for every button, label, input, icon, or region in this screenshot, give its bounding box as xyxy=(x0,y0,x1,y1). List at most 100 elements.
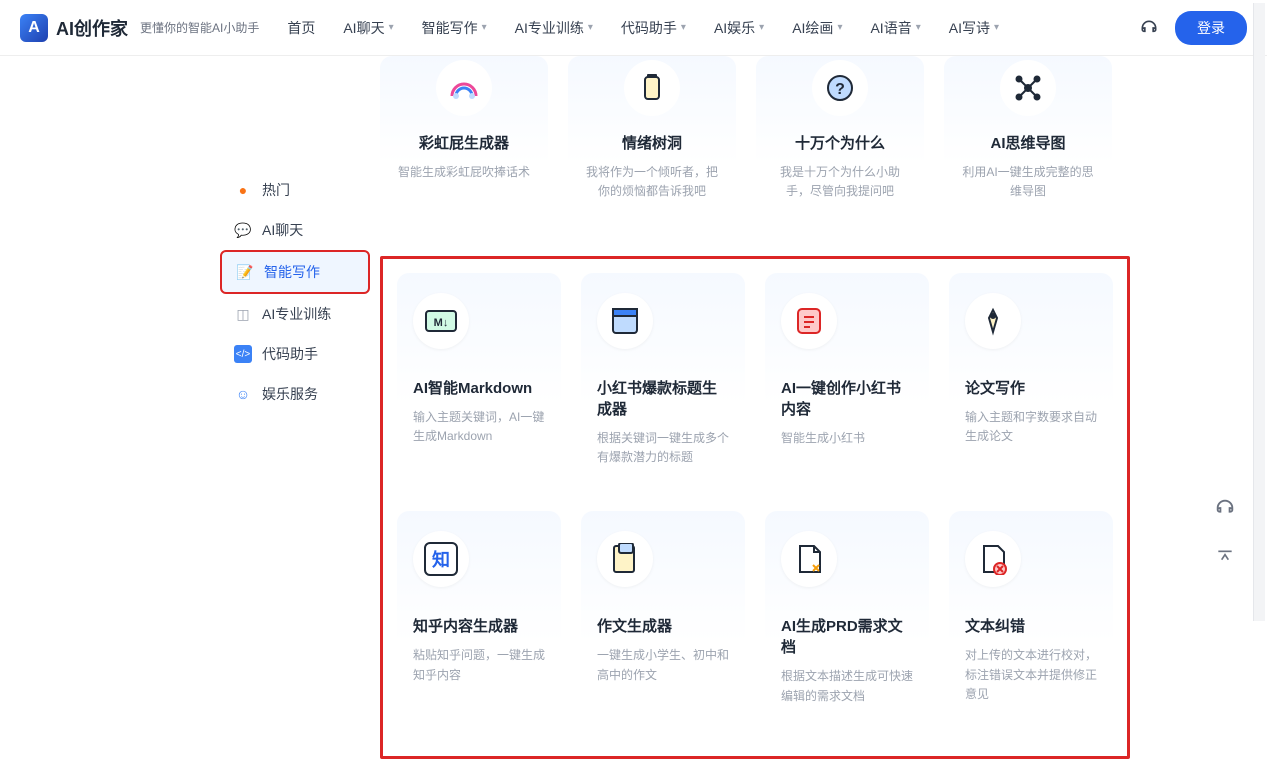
header: A AI创作家 更懂你的智能AI小助手 首页 AI聊天▾ 智能写作▾ AI专业训… xyxy=(0,0,1267,56)
chevron-down-icon: ▾ xyxy=(482,22,487,33)
card-desc: 粘贴知乎问题，一键生成知乎内容 xyxy=(413,646,545,684)
card-title: AI一键创作小红书内容 xyxy=(781,377,913,419)
logo-text: AI创作家 xyxy=(56,15,128,41)
nav-home[interactable]: 首页 xyxy=(287,18,315,38)
svg-text:M↓: M↓ xyxy=(434,317,449,329)
chevron-down-icon: ▾ xyxy=(681,22,686,33)
card-title: AI思维导图 xyxy=(960,132,1096,153)
sidebar: ● 热门 💬 AI聊天 📝 智能写作 ◫ AI专业训练 </> 代码助手 ☺ 娱… xyxy=(220,170,370,414)
chevron-down-icon: ▾ xyxy=(759,22,764,33)
sidebar-item-training[interactable]: ◫ AI专业训练 xyxy=(220,294,370,334)
sidebar-item-label: 热门 xyxy=(262,180,290,200)
support-button[interactable] xyxy=(1207,490,1243,526)
sidebar-item-label: 娱乐服务 xyxy=(262,384,318,404)
card-title: 小红书爆款标题生成器 xyxy=(597,377,729,419)
chevron-down-icon: ▾ xyxy=(389,22,394,33)
card-desc: 我将作为一个倾听者，把你的烦恼都告诉我吧 xyxy=(584,163,720,201)
card-title: 彩虹屁生成器 xyxy=(396,132,532,153)
main-content: 彩虹屁生成器 智能生成彩虹屁吹捧话术 情绪树洞 我将作为一个倾听者，把你的烦恼都… xyxy=(0,56,1267,779)
mindmap-icon xyxy=(1000,60,1056,116)
nav-entertainment[interactable]: AI娱乐▾ xyxy=(714,18,764,38)
card-desc: 根据文本描述生成可快速编辑的需求文档 xyxy=(781,667,913,705)
chat-icon: 💬 xyxy=(234,221,252,239)
question-icon: ? xyxy=(812,60,868,116)
card-emotion[interactable]: 情绪树洞 我将作为一个倾听者，把你的烦恼都告诉我吧 xyxy=(568,56,736,236)
card-desc: 一键生成小学生、初中和高中的作文 xyxy=(597,646,729,684)
nav-voice[interactable]: AI语音▾ xyxy=(870,18,920,38)
chevron-down-icon: ▾ xyxy=(916,22,921,33)
card-prd[interactable]: AI生成PRD需求文档 根据文本描述生成可快速编辑的需求文档 xyxy=(765,511,929,729)
check-icon xyxy=(965,531,1021,587)
markdown-icon: M↓ xyxy=(413,293,469,349)
smile-icon: ☺ xyxy=(234,385,252,403)
note-icon xyxy=(781,293,837,349)
login-button[interactable]: 登录 xyxy=(1175,11,1247,45)
nav-poetry[interactable]: AI写诗▾ xyxy=(949,18,999,38)
svg-text:?: ? xyxy=(835,81,845,98)
sidebar-item-label: AI专业训练 xyxy=(262,304,331,324)
sidebar-item-chat[interactable]: 💬 AI聊天 xyxy=(220,210,370,250)
card-why[interactable]: ? 十万个为什么 我是十万个为什么小助手，尽管向我提问吧 xyxy=(756,56,924,236)
card-xiaohongshu-content[interactable]: AI一键创作小红书内容 智能生成小红书 xyxy=(765,273,929,491)
card-zhihu[interactable]: 知 知乎内容生成器 粘贴知乎问题，一键生成知乎内容 xyxy=(397,511,561,729)
card-rainbow[interactable]: 彩虹屁生成器 智能生成彩虹屁吹捧话术 xyxy=(380,56,548,236)
card-correction[interactable]: 文本纠错 对上传的文本进行校对，标注错误文本并提供修正意见 xyxy=(949,511,1113,729)
card-title: 情绪树洞 xyxy=(584,132,720,153)
nav-painting[interactable]: AI绘画▾ xyxy=(792,18,842,38)
fire-icon: ● xyxy=(234,181,252,199)
jar-icon xyxy=(624,60,680,116)
nav-code[interactable]: 代码助手▾ xyxy=(621,18,686,38)
card-mindmap[interactable]: AI思维导图 利用AI一键生成完整的思维导图 xyxy=(944,56,1112,236)
sidebar-item-writing[interactable]: 📝 智能写作 xyxy=(220,250,370,294)
card-title: AI智能Markdown xyxy=(413,377,532,398)
card-title: 十万个为什么 xyxy=(772,132,908,153)
card-desc: 输入主题关键词，AI一键生成Markdown xyxy=(413,408,545,446)
nav-writing[interactable]: 智能写作▾ xyxy=(422,18,487,38)
sidebar-item-hot[interactable]: ● 热门 xyxy=(220,170,370,210)
card-xiaohongshu-title[interactable]: 小红书爆款标题生成器 根据关键词一键生成多个有爆款潜力的标题 xyxy=(581,273,745,491)
card-essay[interactable]: 作文生成器 一键生成小学生、初中和高中的作文 xyxy=(581,511,745,729)
logo-icon: A xyxy=(20,14,48,42)
chevron-down-icon: ▾ xyxy=(837,22,842,33)
sidebar-item-code[interactable]: </> 代码助手 xyxy=(220,334,370,374)
sidebar-item-entertainment[interactable]: ☺ 娱乐服务 xyxy=(220,374,370,414)
header-right: 登录 xyxy=(1139,11,1247,45)
logo-area[interactable]: A AI创作家 xyxy=(20,14,128,42)
nav-training[interactable]: AI专业训练▾ xyxy=(515,18,593,38)
main-nav: 首页 AI聊天▾ 智能写作▾ AI专业训练▾ 代码助手▾ AI娱乐▾ AI绘画▾… xyxy=(287,18,1139,38)
card-desc: 智能生成彩虹屁吹捧话术 xyxy=(398,163,530,182)
cube-icon: ◫ xyxy=(234,305,252,323)
card-title: 论文写作 xyxy=(965,377,1025,398)
card-desc: 根据关键词一键生成多个有爆款潜力的标题 xyxy=(597,429,729,467)
card-title: AI生成PRD需求文档 xyxy=(781,615,913,657)
card-row: M↓ AI智能Markdown 输入主题关键词，AI一键生成Markdown 小… xyxy=(397,273,1113,491)
sidebar-item-label: AI聊天 xyxy=(262,220,303,240)
prd-icon xyxy=(781,531,837,587)
code-icon: </> xyxy=(234,345,252,363)
card-desc: 我是十万个为什么小助手，尽管向我提问吧 xyxy=(772,163,908,201)
card-row: 知 知乎内容生成器 粘贴知乎问题，一键生成知乎内容 作文生成器 一键生成小学生、… xyxy=(397,511,1113,729)
headset-icon[interactable] xyxy=(1139,18,1159,38)
chevron-down-icon: ▾ xyxy=(588,22,593,33)
float-actions xyxy=(1207,490,1243,576)
card-desc: 输入主题和字数要求自动生成论文 xyxy=(965,408,1097,446)
nav-chat[interactable]: AI聊天▾ xyxy=(343,18,393,38)
back-to-top-button[interactable] xyxy=(1207,540,1243,576)
chevron-down-icon: ▾ xyxy=(994,22,999,33)
card-title: 文本纠错 xyxy=(965,615,1025,636)
card-thesis[interactable]: 论文写作 输入主题和字数要求自动生成论文 xyxy=(949,273,1113,491)
card-title: 作文生成器 xyxy=(597,615,672,636)
card-desc: 智能生成小红书 xyxy=(781,429,865,448)
doc-icon xyxy=(597,531,653,587)
sidebar-item-label: 智能写作 xyxy=(264,262,320,282)
scrollbar[interactable] xyxy=(1253,3,1265,621)
tagline: 更懂你的智能AI小助手 xyxy=(140,19,259,36)
card-desc: 利用AI一键生成完整的思维导图 xyxy=(960,163,1096,201)
edit-icon: 📝 xyxy=(236,263,254,281)
zhihu-icon: 知 xyxy=(413,531,469,587)
rainbow-icon xyxy=(436,60,492,116)
top-card-row: 彩虹屁生成器 智能生成彩虹屁吹捧话术 情绪树洞 我将作为一个倾听者，把你的烦恼都… xyxy=(380,56,1130,236)
card-markdown[interactable]: M↓ AI智能Markdown 输入主题关键词，AI一键生成Markdown xyxy=(397,273,561,491)
card-title: 知乎内容生成器 xyxy=(413,615,518,636)
sidebar-item-label: 代码助手 xyxy=(262,344,318,364)
